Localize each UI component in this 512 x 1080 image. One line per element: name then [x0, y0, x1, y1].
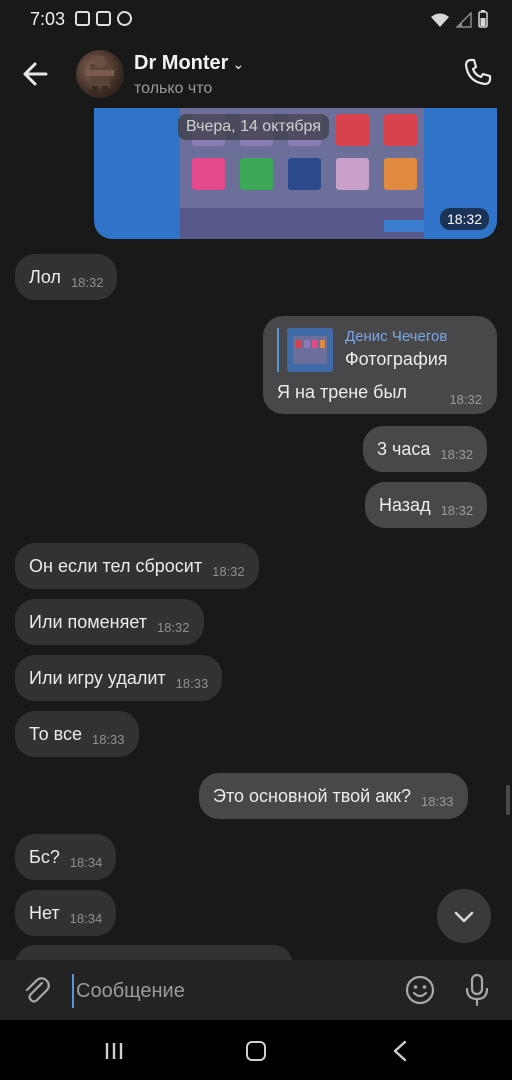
- message-time: 18:32: [439, 208, 489, 230]
- message-time: 18:33: [175, 675, 209, 691]
- brawler-card: [384, 114, 417, 146]
- message-input[interactable]: [72, 974, 378, 1008]
- brawler-card: [384, 158, 417, 190]
- message-time: 18:32: [449, 392, 482, 407]
- status-bar: 7:03: [0, 0, 512, 38]
- scrollbar[interactable]: [506, 785, 510, 815]
- back-arrow-icon[interactable]: [18, 56, 54, 92]
- gallery-notification-icon: [75, 11, 90, 26]
- message-outgoing[interactable]: 3 часа 18:32: [363, 426, 487, 472]
- message-incoming[interactable]: Лол 18:32: [15, 254, 118, 300]
- message-text: Нет: [29, 902, 60, 923]
- message-incoming[interactable]: Нет 18:34: [15, 890, 117, 936]
- message-text: Это основной твой акк?: [213, 785, 411, 806]
- chat-title[interactable]: Dr Monter ⌄: [134, 52, 244, 75]
- brawler-card: [336, 114, 369, 146]
- phone-call-icon[interactable]: [462, 56, 494, 88]
- system-navigation-bar: [0, 1020, 512, 1080]
- status-time: 7:03: [30, 9, 66, 29]
- battery-icon: [478, 10, 488, 28]
- home-icon[interactable]: [246, 1041, 266, 1061]
- message-time: 18:32: [70, 274, 104, 290]
- system-icons: [430, 10, 488, 28]
- chat-header: Dr Monter ⌄ только что: [0, 38, 512, 108]
- attach-icon[interactable]: [20, 974, 52, 1006]
- brawler-card: [288, 158, 321, 190]
- quote-type: Фотография: [345, 349, 448, 369]
- message-outgoing-reply[interactable]: Денис Чечегов Фотография Я на трене был …: [263, 316, 497, 414]
- last-seen-status: только что: [134, 80, 213, 97]
- message-text: Я на трене был: [277, 382, 407, 402]
- quote-bar: [277, 328, 279, 372]
- wifi-icon: [431, 13, 449, 27]
- app-notification-icon: [96, 11, 111, 26]
- message-time: 18:34: [69, 910, 103, 926]
- avatar-image: [86, 56, 114, 96]
- brawler-card: [240, 158, 273, 190]
- brawler-card: [336, 158, 369, 190]
- message-outgoing[interactable]: Назад 18:32: [365, 482, 488, 528]
- emoji-icon[interactable]: [404, 974, 436, 1006]
- message-text: Или игру удалит: [29, 667, 166, 688]
- message-time: 18:33: [91, 731, 125, 747]
- message-text: Или поменяет: [29, 611, 147, 632]
- recent-apps-icon[interactable]: [104, 1042, 124, 1060]
- message-time: 18:32: [212, 563, 245, 579]
- message-text: То все: [29, 723, 82, 744]
- message-time: 18:32: [440, 502, 474, 518]
- message-incoming[interactable]: Или поменяет 18:32: [15, 599, 204, 645]
- chevron-down-icon: [454, 911, 474, 923]
- avatar[interactable]: [76, 50, 124, 98]
- microphone-icon[interactable]: [462, 973, 492, 1007]
- message-time: 18:32: [156, 619, 190, 635]
- message-outgoing[interactable]: Это основной твой акк? 18:33: [199, 773, 468, 819]
- message-text: Лол: [29, 266, 61, 287]
- chevron-down-icon[interactable]: ⌄: [232, 56, 244, 72]
- signal-icon: [456, 12, 472, 28]
- contact-name: Dr Monter: [134, 52, 229, 74]
- date-separator: Вчера, 14 октября: [178, 114, 329, 140]
- quote-author: Денис Чечегов: [345, 328, 448, 345]
- notification-icons: [75, 11, 132, 26]
- message-text: 3 часа: [377, 438, 431, 459]
- message-text: Он если тел сбросит: [29, 555, 203, 576]
- message-composer: [0, 960, 512, 1020]
- quote-thumbnail: [287, 328, 333, 372]
- message-text: Назад: [379, 494, 431, 515]
- message-incoming[interactable]: Или игру удалит 18:33: [15, 655, 223, 701]
- message-incoming[interactable]: То все 18:33: [15, 711, 139, 757]
- scroll-down-button[interactable]: [437, 889, 491, 943]
- shazam-notification-icon: [117, 11, 132, 26]
- game-button: [384, 220, 424, 232]
- message-incoming[interactable]: Бс? 18:34: [15, 834, 117, 880]
- message-time: 18:34: [69, 854, 103, 870]
- brawler-card: [192, 158, 225, 190]
- nav-back-icon[interactable]: [392, 1040, 408, 1062]
- message-incoming[interactable]: Он если тел сбросит 18:32: [15, 543, 259, 589]
- message-text: Бс?: [29, 846, 60, 867]
- message-time: 18:33: [420, 793, 454, 809]
- message-time: 18:32: [440, 446, 473, 462]
